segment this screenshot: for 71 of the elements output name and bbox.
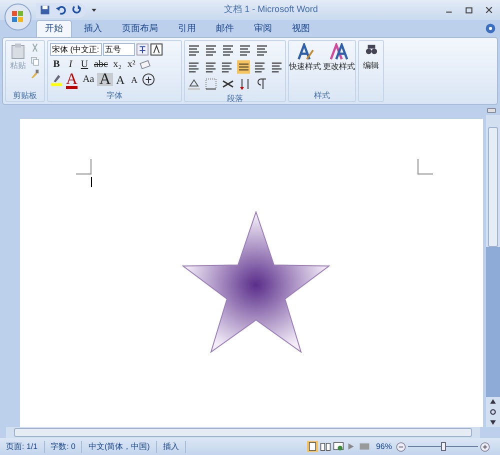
office-button[interactable] — [4, 3, 32, 31]
status-item[interactable]: 中文(简体，中国) — [82, 440, 157, 452]
format-button[interactable]: Aa — [80, 73, 96, 86]
web-layout-icon[interactable] — [332, 441, 344, 452]
close-icon[interactable] — [484, 5, 494, 15]
ribbon-tab[interactable]: 邮件 — [208, 20, 242, 37]
justify-icon[interactable] — [236, 60, 250, 74]
print-layout-icon[interactable] — [306, 441, 318, 452]
maximize-icon[interactable] — [464, 5, 474, 15]
style-button[interactable]: 快速样式 — [289, 43, 321, 90]
browse-object-icon[interactable] — [489, 408, 497, 416]
format-button[interactable]: I — [64, 58, 77, 71]
ribbon-tab[interactable]: 引用 — [170, 20, 204, 37]
scroll-thumb[interactable] — [14, 428, 472, 437]
style-button[interactable]: 更改样式 — [323, 43, 355, 90]
ribbon-tab[interactable]: 开始 — [36, 20, 72, 37]
window-title: 文档 1 - Microsoft Word — [223, 3, 319, 16]
ruler-icon[interactable] — [487, 106, 496, 114]
status-item[interactable]: 字数: 0 — [44, 440, 82, 452]
clipboard-icon — [11, 43, 25, 60]
customize-icon[interactable] — [90, 6, 98, 14]
zoom-in-icon[interactable] — [480, 442, 490, 452]
ribbon-tab[interactable]: 插入 — [76, 20, 110, 37]
star-shape[interactable] — [182, 211, 330, 353]
corner-mark-icon — [417, 159, 433, 175]
character-border-icon[interactable] — [150, 43, 163, 56]
corner-mark-icon — [76, 159, 92, 175]
ribbon-tab[interactable]: 视图 — [284, 20, 318, 37]
zoom-level[interactable]: 96% — [376, 440, 392, 452]
format-button[interactable]: A — [128, 73, 141, 86]
scroll-thumb[interactable] — [488, 127, 498, 247]
reading-layout-icon[interactable] — [320, 441, 331, 452]
zoom-out-icon[interactable] — [396, 442, 406, 452]
format-button[interactable]: x₂ — [110, 58, 124, 71]
align-left-icon[interactable] — [187, 60, 200, 74]
shading-icon[interactable] — [187, 77, 201, 91]
zoom-slider[interactable] — [408, 442, 478, 451]
editing-button[interactable]: 编辑 — [358, 40, 384, 102]
group-label: 字体 — [106, 90, 124, 101]
next-page-icon[interactable] — [489, 418, 497, 426]
format-button[interactable]: A — [64, 73, 80, 86]
format-button[interactable]: abc — [92, 58, 110, 71]
ribbon-tab[interactable]: 页面布局 — [114, 20, 166, 37]
format-button[interactable]: x² — [124, 58, 138, 71]
text-cursor — [91, 177, 92, 187]
help-icon[interactable] — [485, 23, 496, 34]
undo-icon[interactable] — [55, 4, 67, 16]
borders-icon[interactable] — [204, 77, 218, 91]
font-size-field[interactable]: 五号 — [103, 43, 135, 56]
font-name-field[interactable]: 宋体 (中文正: — [50, 43, 102, 56]
format-button[interactable]: B — [50, 58, 63, 71]
status-item[interactable]: 页面: 1/1 — [0, 440, 45, 452]
group-label: 段落 — [226, 93, 244, 104]
redo-icon[interactable] — [71, 4, 83, 16]
save-icon[interactable] — [39, 4, 51, 16]
vertical-scrollbar[interactable] — [486, 115, 500, 427]
group-label: 剪贴板 — [12, 90, 38, 101]
horizontal-scrollbar[interactable] — [6, 427, 480, 438]
binoculars-icon — [364, 43, 378, 56]
format-button[interactable]: U — [78, 58, 91, 71]
highlighter-icon[interactable] — [50, 73, 63, 86]
zoom-slider-thumb[interactable] — [441, 442, 446, 451]
status-item[interactable]: 插入 — [156, 440, 186, 452]
format-button[interactable]: A — [97, 73, 113, 86]
brush-icon[interactable] — [30, 69, 40, 79]
format-button[interactable]: A — [114, 73, 127, 86]
double-letter-icon — [330, 43, 348, 61]
letter-brush-icon — [296, 43, 314, 61]
paragraph-mark-icon[interactable] — [255, 77, 269, 91]
group-label: 样式 — [313, 90, 331, 101]
ribbon-tab[interactable]: 审阅 — [246, 20, 280, 37]
